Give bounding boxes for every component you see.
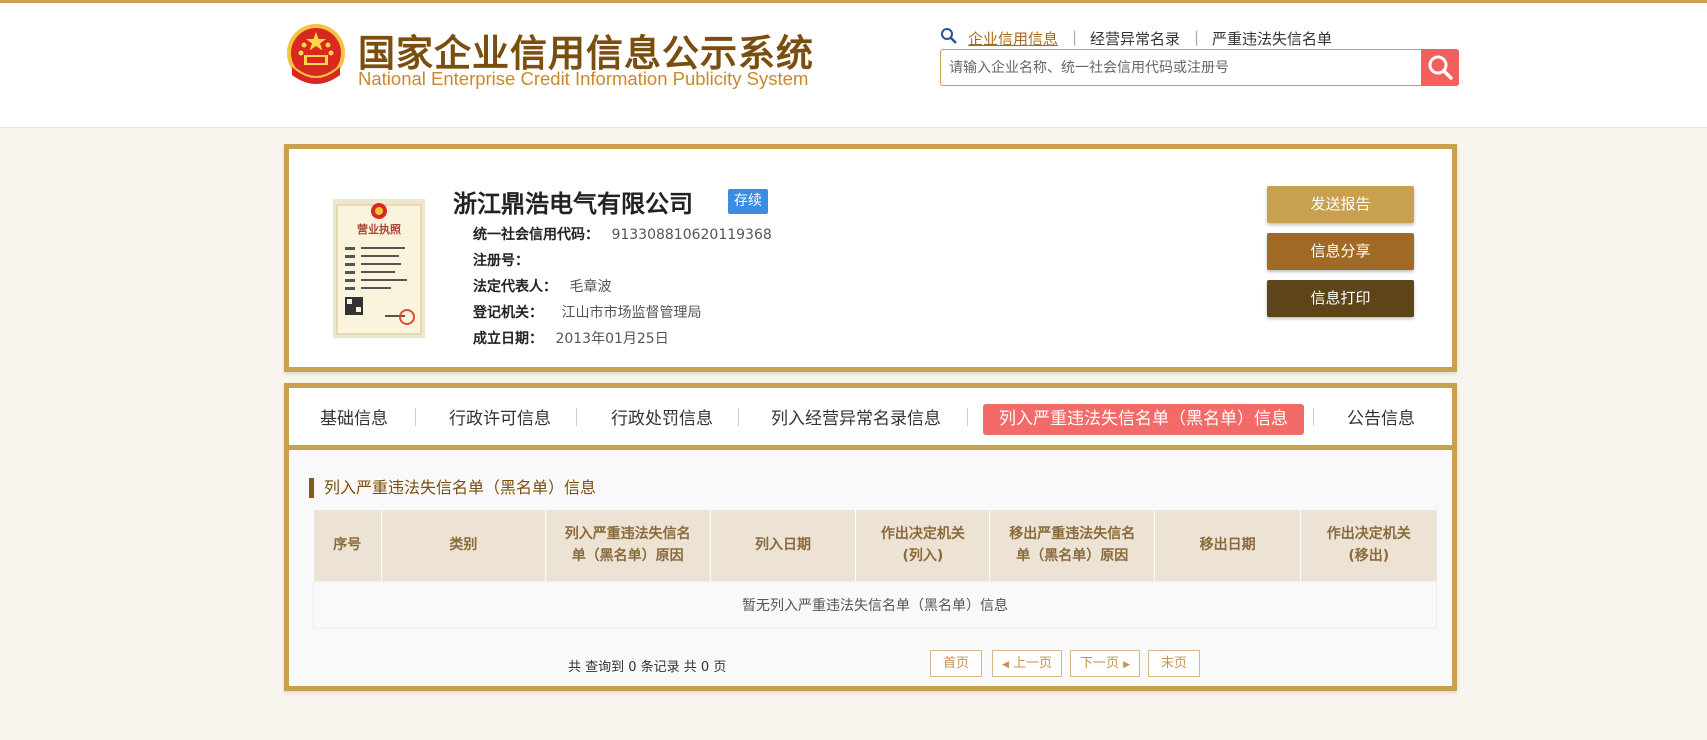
prev-page-label: 上一页 bbox=[1013, 656, 1053, 671]
info-label: 法定代表人： bbox=[473, 279, 557, 295]
tab-divider bbox=[415, 408, 416, 426]
search-input[interactable] bbox=[941, 50, 1421, 85]
info-value: 江山市市场监督管理局 bbox=[561, 305, 702, 321]
next-page-label: 下一页 bbox=[1079, 656, 1119, 671]
info-value: 毛章波 bbox=[569, 279, 612, 295]
site-logo[interactable]: 国家企业信用信息公示系统 National Enterprise Credit … bbox=[284, 23, 844, 93]
status-badge: 存续 bbox=[728, 189, 768, 214]
col-header: 作出决定机关 (列入) bbox=[855, 510, 991, 581]
search-small-icon bbox=[941, 28, 957, 44]
info-credit-code: 统一社会信用代码： 913308810620119368 bbox=[473, 224, 772, 244]
info-reg-authority: 登记机关： 江山市市场监督管理局 bbox=[473, 302, 701, 322]
tab-blacklist[interactable]: 列入严重违法失信名单（黑名单）信息 bbox=[983, 404, 1304, 435]
info-founded-date: 成立日期： 2013年01月25日 bbox=[473, 328, 669, 348]
info-label: 登记机关： bbox=[473, 305, 543, 321]
print-info-button[interactable]: 信息打印 bbox=[1267, 280, 1414, 317]
col-header: 移出严重违法失信名 单（黑名单）原因 bbox=[989, 510, 1156, 581]
first-page-button[interactable]: 首页 bbox=[930, 650, 982, 677]
chevron-right-icon: ▶ bbox=[1123, 660, 1131, 670]
tab-divider bbox=[576, 408, 577, 426]
table-row: 暂无列入严重违法失信名单（黑名单）信息 bbox=[313, 580, 1437, 629]
col-header: 类别 bbox=[381, 510, 546, 581]
tab-divider bbox=[967, 408, 968, 426]
nav-abnormal-list[interactable]: 经营异常名录 bbox=[1090, 28, 1180, 49]
tab-bar: 基础信息 行政许可信息 行政处罚信息 列入经营异常名录信息 列入严重违法失信名单… bbox=[289, 388, 1452, 450]
blacklist-table: 序号 类别 列入严重违法失信名 单（黑名单）原因 列入日期 作出决定机关 (列入) … bbox=[313, 510, 1437, 629]
tab-basic-info[interactable]: 基础信息 bbox=[320, 404, 388, 435]
last-page-button[interactable]: 末页 bbox=[1148, 650, 1200, 677]
tab-admin-penalty[interactable]: 行政处罚信息 bbox=[611, 404, 713, 435]
nav-blacklist[interactable]: 严重违法失信名单 bbox=[1212, 28, 1332, 49]
send-report-button[interactable]: 发送报告 bbox=[1267, 186, 1414, 223]
nav-enterprise-credit[interactable]: 企业信用信息 bbox=[968, 28, 1058, 49]
col-header: 作出决定机关 (移出) bbox=[1300, 510, 1437, 581]
search-button[interactable] bbox=[1421, 49, 1459, 86]
prev-page-button[interactable]: ◀ 上一页 bbox=[992, 650, 1062, 677]
info-label: 成立日期： bbox=[473, 331, 543, 347]
search-icon bbox=[1428, 55, 1453, 80]
chevron-left-icon: ◀ bbox=[1001, 660, 1009, 670]
col-header: 序号 bbox=[313, 510, 382, 581]
table-header-row: 序号 类别 列入严重违法失信名 单（黑名单）原因 列入日期 作出决定机关 (列入) … bbox=[313, 510, 1437, 581]
content-panel: 基础信息 行政许可信息 行政处罚信息 列入经营异常名录信息 列入严重违法失信名单… bbox=[284, 383, 1457, 691]
tab-admin-license[interactable]: 行政许可信息 bbox=[449, 404, 551, 435]
info-legal-rep: 法定代表人： 毛章波 bbox=[473, 276, 611, 296]
share-info-button[interactable]: 信息分享 bbox=[1267, 233, 1414, 270]
tab-divider bbox=[1313, 408, 1314, 426]
next-page-button[interactable]: 下一页 ▶ bbox=[1070, 650, 1140, 677]
license-heading: 营业执照 bbox=[357, 222, 401, 236]
col-header: 列入严重违法失信名 单（黑名单）原因 bbox=[545, 510, 711, 581]
company-name: 浙江鼎浩电气有限公司 bbox=[453, 190, 693, 218]
nav-separator: | bbox=[1072, 28, 1078, 46]
tab-divider bbox=[738, 408, 739, 426]
info-label: 注册号： bbox=[473, 253, 529, 269]
national-emblem-icon bbox=[287, 24, 345, 84]
tab-announcements[interactable]: 公告信息 bbox=[1347, 404, 1415, 435]
nav-separator: | bbox=[1194, 28, 1200, 46]
info-label: 统一社会信用代码： bbox=[473, 227, 599, 243]
tab-abnormal-list[interactable]: 列入经营异常名录信息 bbox=[771, 404, 941, 435]
section-title: 列入严重违法失信名单（黑名单）信息 bbox=[309, 478, 596, 498]
empty-message: 暂无列入严重违法失信名单（黑名单）信息 bbox=[313, 580, 1437, 629]
info-value: 2013年01月25日 bbox=[555, 331, 669, 347]
col-header: 列入日期 bbox=[710, 510, 857, 581]
info-value: 913308810620119368 bbox=[611, 227, 772, 243]
site-subtitle: National Enterprise Credit Information P… bbox=[358, 68, 809, 89]
search-box bbox=[940, 49, 1459, 86]
col-header: 移出日期 bbox=[1154, 510, 1302, 581]
record-summary: 共 查询到 0 条记录 共 0 页 bbox=[568, 660, 727, 675]
company-card: 营业执照 浙江鼎浩电气有限公司 存续 统一社会信用代码： 91330881062… bbox=[284, 144, 1457, 372]
site-header: 国家企业信用信息公示系统 National Enterprise Credit … bbox=[0, 0, 1707, 128]
info-reg-number: 注册号： bbox=[473, 250, 529, 270]
business-license-image[interactable]: 营业执照 bbox=[333, 199, 425, 338]
